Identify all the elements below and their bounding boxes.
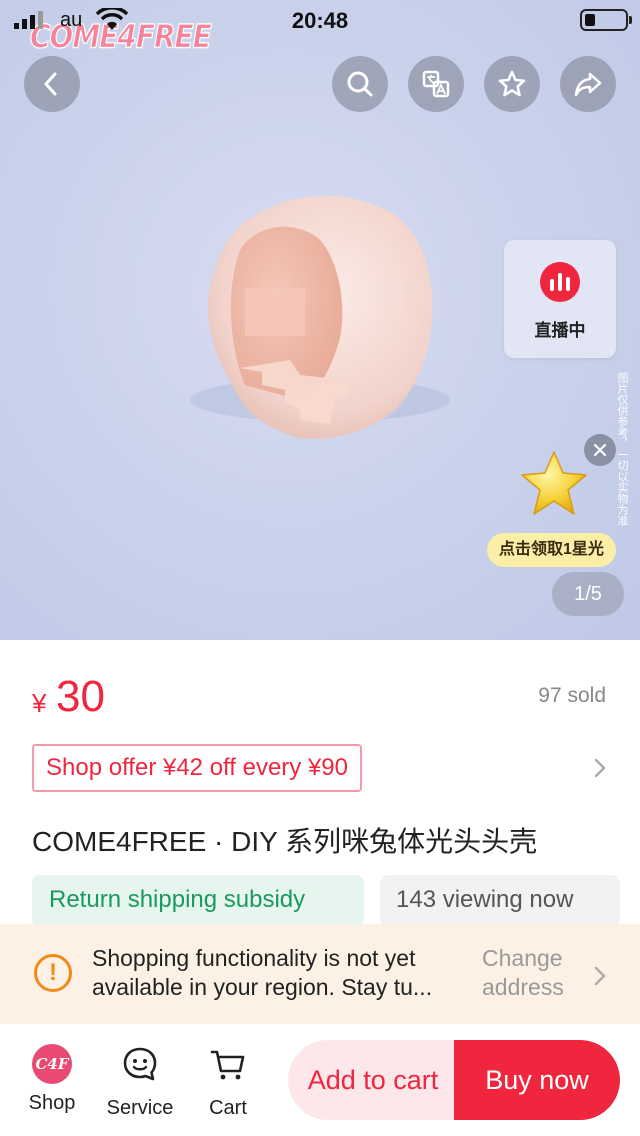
promo-claim-label[interactable]: 点击领取1星光 <box>487 533 616 567</box>
favorite-button[interactable] <box>484 56 540 112</box>
notice-line-2: available in your region. Stay tu... <box>92 974 433 1000</box>
buy-now-button[interactable]: Buy now <box>454 1040 620 1120</box>
live-bars-icon <box>540 262 580 302</box>
status-bar: au 20:48 <box>0 0 640 40</box>
change-address-line-2: address <box>482 974 564 1000</box>
change-address-line-1: Change <box>482 945 563 971</box>
product-title: COME4FREE · DIY 系列咪兔体光头头壳 <box>32 826 538 857</box>
service-nav-item[interactable]: Service <box>95 1044 185 1120</box>
close-icon <box>593 443 607 457</box>
translate-icon <box>422 70 450 98</box>
cart-label: Cart <box>209 1097 247 1119</box>
promo-star-icon[interactable] <box>518 448 590 520</box>
warning-icon: ! <box>34 954 72 992</box>
translate-button[interactable] <box>408 56 464 112</box>
price-value: 30 <box>56 672 105 721</box>
viewing-now-chip: 143 viewing now <box>380 875 620 927</box>
change-address-link[interactable]: Change address <box>482 944 592 1002</box>
service-label: Service <box>106 1097 174 1119</box>
back-icon <box>44 72 57 96</box>
back-button[interactable] <box>24 56 80 112</box>
search-icon <box>347 71 373 97</box>
share-icon <box>574 72 602 97</box>
cart-nav-item[interactable]: Cart <box>183 1044 273 1120</box>
battery-icon <box>580 9 628 31</box>
chevron-right-icon[interactable] <box>590 756 610 780</box>
cart-icon <box>210 1050 245 1080</box>
service-icon <box>123 1047 157 1081</box>
shop-label: Shop <box>28 1092 76 1114</box>
notice-line-1: Shopping functionality is not yet <box>92 945 416 971</box>
share-button[interactable] <box>560 56 616 112</box>
shop-nav-item[interactable]: C4F Shop <box>7 1044 97 1115</box>
search-button[interactable] <box>332 56 388 112</box>
currency-symbol: ¥ <box>32 688 47 718</box>
region-notice[interactable]: ! Shopping functionality is not yet avai… <box>0 924 640 1024</box>
star-icon <box>498 70 526 97</box>
bottom-action-bar: C4F Shop Service Cart Add to cart Buy no… <box>0 1024 640 1136</box>
live-stream-card[interactable]: 直播中 <box>504 240 616 358</box>
live-label: 直播中 <box>534 321 586 340</box>
shop-offer-tag[interactable]: Shop offer ¥42 off every ¥90 <box>32 744 363 792</box>
promo-close-button[interactable] <box>584 434 616 466</box>
add-to-cart-button[interactable]: Add to cart <box>288 1040 458 1120</box>
shop-avatar: C4F <box>32 1044 72 1084</box>
notice-message: Shopping functionality is not yet availa… <box>92 944 468 1002</box>
chevron-right-icon[interactable] <box>590 964 610 988</box>
return-shipping-chip[interactable]: Return shipping subsidy <box>32 875 364 927</box>
image-counter: 1/5 <box>552 572 624 616</box>
clock: 20:48 <box>291 8 349 33</box>
sold-count: 97 sold <box>538 684 606 707</box>
